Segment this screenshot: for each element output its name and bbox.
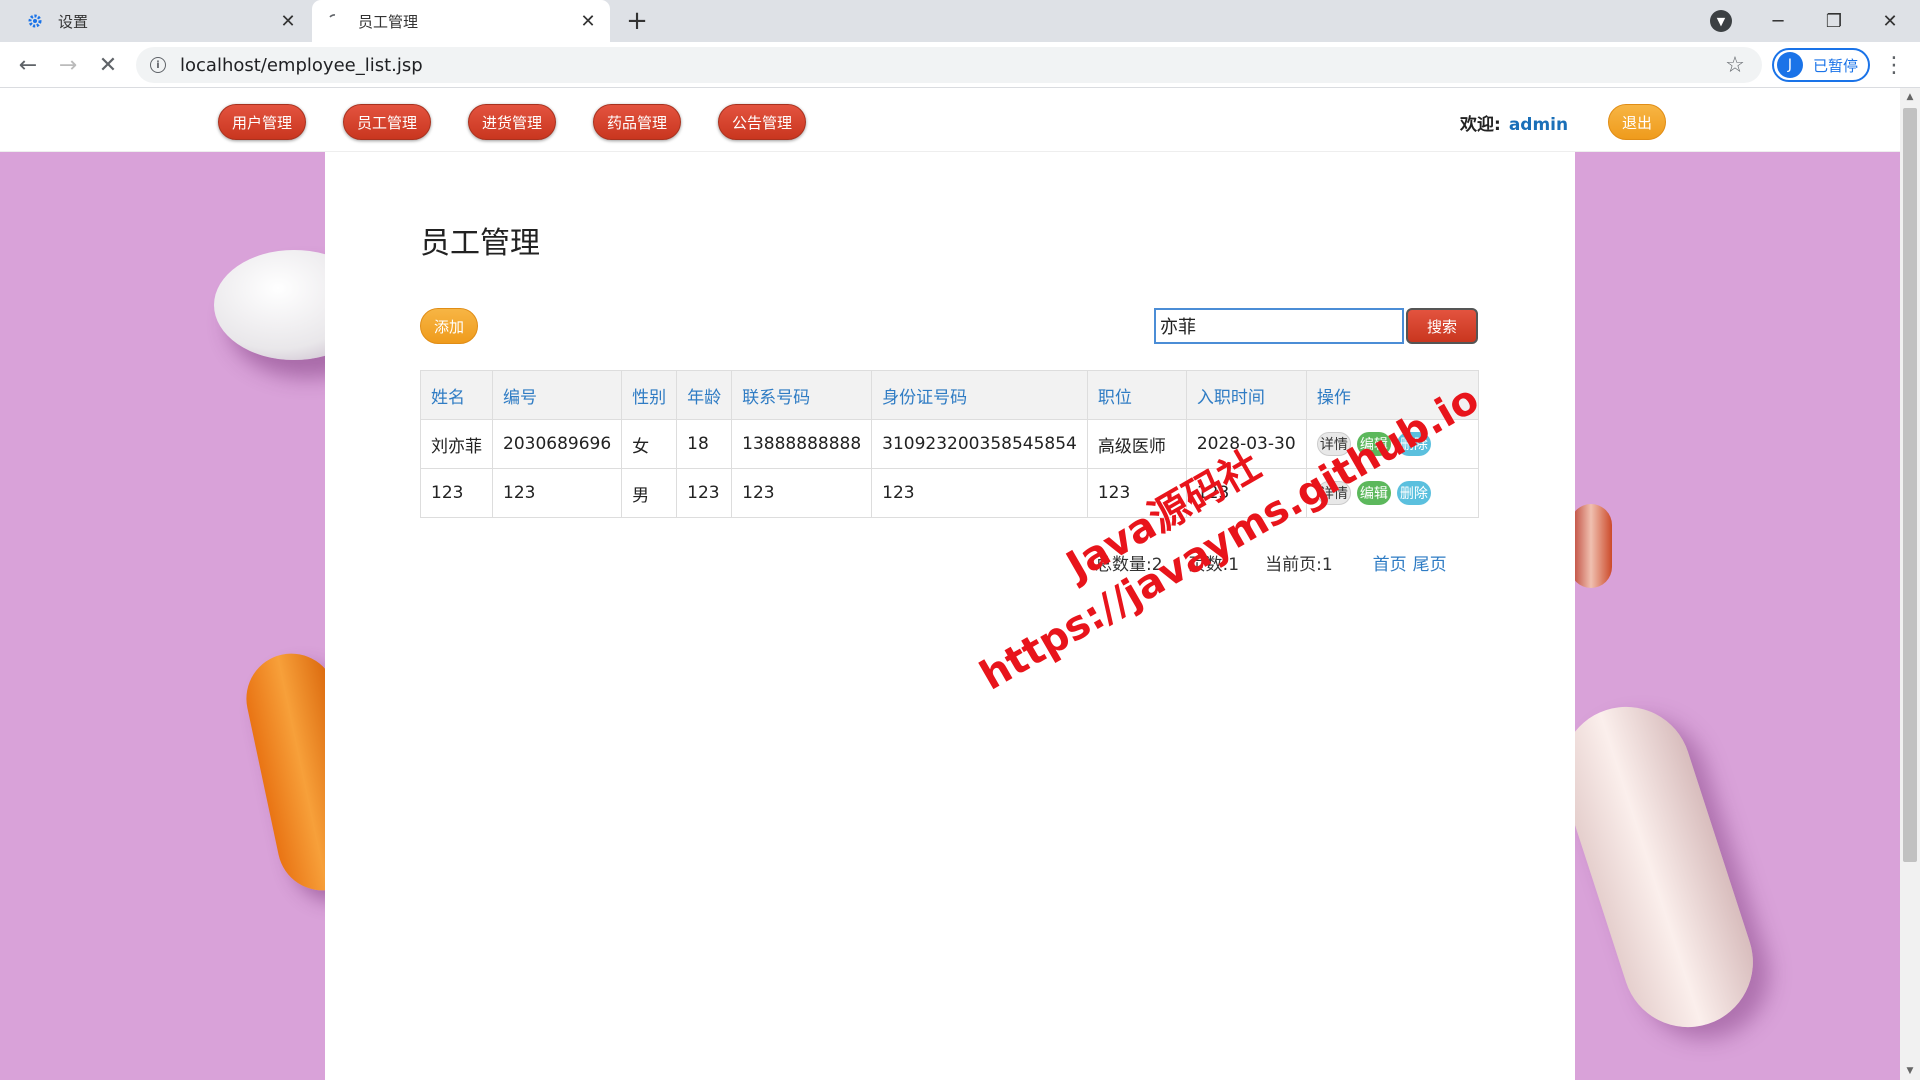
close-tab-icon[interactable]: ✕ xyxy=(574,7,602,35)
tab-employee-management[interactable]: 员工管理 ✕ xyxy=(312,0,610,42)
pill-image xyxy=(1544,689,1770,1045)
first-page-link[interactable]: 首页 xyxy=(1373,550,1407,575)
page-scrollbar[interactable]: ▲ ▼ xyxy=(1900,88,1920,1080)
cell-name: 123 xyxy=(420,468,493,518)
tab-search-icon[interactable]: ▼ xyxy=(1710,10,1732,32)
column-header: 姓名 xyxy=(420,370,493,420)
page-title: 员工管理 xyxy=(420,226,540,261)
close-tab-icon[interactable]: ✕ xyxy=(274,7,302,35)
logout-button[interactable]: 退出 xyxy=(1608,104,1666,140)
nav-employee-management[interactable]: 员工管理 xyxy=(343,104,431,140)
cell-gender: 男 xyxy=(621,468,678,518)
browser-toolbar: ← → ✕ i localhost/employee_list.jsp ☆ J … xyxy=(0,42,1920,88)
scroll-down-icon[interactable]: ▼ xyxy=(1900,1062,1920,1080)
stop-loading-icon[interactable]: ✕ xyxy=(92,49,124,81)
loading-icon xyxy=(326,12,344,30)
cell-name: 刘亦菲 xyxy=(420,419,493,469)
profile-status: 已暂停 xyxy=(1813,56,1859,75)
scroll-up-icon[interactable]: ▲ xyxy=(1900,88,1920,106)
cell-age: 18 xyxy=(676,419,733,469)
close-window-icon[interactable]: ✕ xyxy=(1862,0,1918,42)
welcome-label: 欢迎: xyxy=(1460,115,1501,135)
forward-icon[interactable]: → xyxy=(52,49,84,81)
cell-id-card: 123 xyxy=(871,468,1088,518)
scrollbar-thumb[interactable] xyxy=(1903,108,1917,862)
site-info-icon[interactable]: i xyxy=(150,57,166,73)
cell-position: 高级医师 xyxy=(1086,419,1187,469)
pill-image xyxy=(1570,504,1612,588)
add-button[interactable]: 添加 xyxy=(420,308,478,344)
current-page: 当前页:1 xyxy=(1265,555,1333,575)
search-input[interactable] xyxy=(1154,308,1404,344)
nav-purchase-management[interactable]: 进货管理 xyxy=(468,104,556,140)
minimize-icon[interactable]: ─ xyxy=(1750,0,1806,42)
back-icon[interactable]: ← xyxy=(12,49,44,81)
cell-id: 2030689696 xyxy=(491,419,623,469)
nav-notice-management[interactable]: 公告管理 xyxy=(718,104,806,140)
column-header: 联系号码 xyxy=(731,370,873,420)
profile-button[interactable]: J 已暂停 xyxy=(1772,48,1870,82)
delete-button[interactable]: 删除 xyxy=(1396,481,1431,505)
url-text[interactable]: localhost/employee_list.jsp xyxy=(180,55,1720,76)
cell-id: 123 xyxy=(491,468,623,518)
bookmark-star-icon[interactable]: ☆ xyxy=(1720,53,1750,78)
browser-menu-icon[interactable]: ⋮ xyxy=(1880,50,1908,80)
cell-phone: 123 xyxy=(731,468,873,518)
column-header: 性别 xyxy=(621,370,678,420)
new-tab-icon[interactable]: + xyxy=(622,6,652,36)
welcome-text: 欢迎: admin xyxy=(1460,110,1568,135)
tab-label: 员工管理 xyxy=(358,12,419,31)
tab-settings[interactable]: 设置 ✕ xyxy=(12,0,310,42)
cell-gender: 女 xyxy=(621,419,678,469)
address-bar[interactable]: i localhost/employee_list.jsp ☆ xyxy=(136,47,1762,83)
last-page-link[interactable]: 尾页 xyxy=(1413,550,1447,575)
tab-label: 设置 xyxy=(58,12,89,31)
nav-medicine-management[interactable]: 药品管理 xyxy=(593,104,681,140)
page-viewport: 用户管理 员工管理 进货管理 药品管理 公告管理 欢迎: admin 退出 员工管… xyxy=(0,88,1900,1080)
top-navigation: 用户管理 员工管理 进货管理 药品管理 公告管理 欢迎: admin 退出 xyxy=(0,88,1900,152)
cell-id-card: 310923200358545854 xyxy=(871,419,1088,469)
username: admin xyxy=(1508,115,1569,135)
column-header: 职位 xyxy=(1086,370,1187,420)
avatar: J xyxy=(1777,52,1803,78)
gear-icon xyxy=(26,12,44,30)
cell-phone: 13888888888 xyxy=(731,419,873,469)
column-header: 身份证号码 xyxy=(871,370,1088,420)
main-content: 员工管理 添加 搜索 姓名 编号 性别 年龄 联系号码 身份证号码 职位 入职时… xyxy=(325,152,1575,1080)
column-header: 编号 xyxy=(491,370,623,420)
browser-tab-bar: 设置 ✕ 员工管理 ✕ + ▼ ─ ❐ ✕ xyxy=(0,0,1920,42)
restore-icon[interactable]: ❐ xyxy=(1806,0,1862,42)
column-header: 年龄 xyxy=(676,370,733,420)
cell-age: 123 xyxy=(676,468,733,518)
nav-user-management[interactable]: 用户管理 xyxy=(218,104,306,140)
column-header: 入职时间 xyxy=(1185,370,1307,420)
